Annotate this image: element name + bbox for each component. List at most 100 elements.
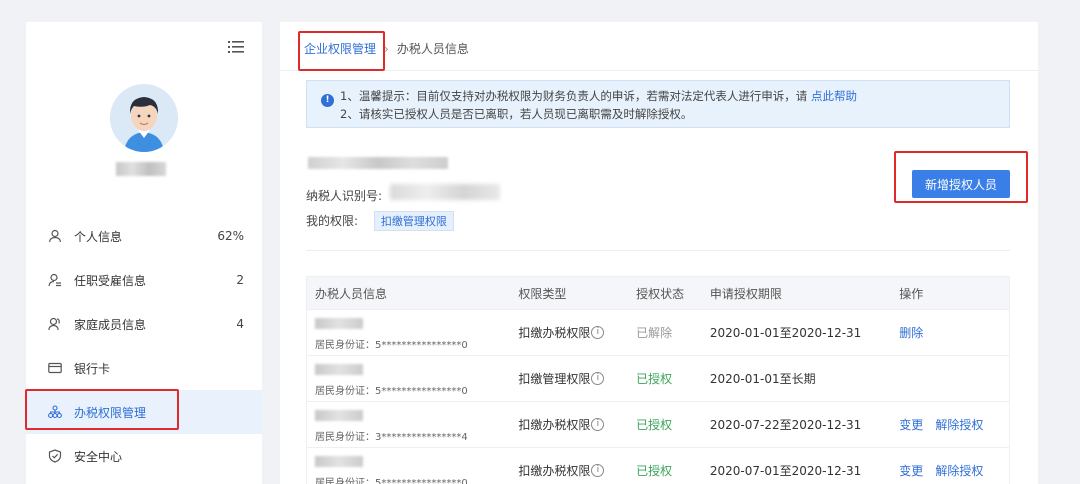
period-cell: 2020-07-22至2020-12-31 [709, 418, 862, 432]
status-badge: 已授权 [636, 418, 673, 432]
sidebar-item-security[interactable]: 安全中心 [26, 434, 262, 478]
staff-name-redacted [315, 456, 363, 467]
item-count: 2 [236, 273, 244, 287]
permission-type-label: 扣缴管理权限 [518, 372, 591, 386]
row-action-0[interactable]: 删除 [899, 326, 923, 340]
staff-id-number: 居民身份证：3****************4 [315, 432, 468, 443]
row-action-1[interactable]: 解除授权 [935, 418, 983, 432]
sidebar-item-label: 安全中心 [74, 449, 123, 464]
sidebar-item-label: 家庭成员信息 [74, 317, 147, 332]
shield-icon [48, 449, 62, 463]
notice-line-2: 2、请核实已授权人员是否已离职，若人员现已离职需及时解除授权。 [340, 107, 693, 121]
permission-type: 扣缴办税权限 i [518, 416, 605, 433]
permission-type: 扣缴办税权限 i [518, 462, 605, 479]
col-header-status: 授权状态 [636, 286, 685, 301]
permission-type-cell: 扣缴办税权限 i [518, 324, 636, 341]
col-header-staff-info: 办税人员信息 [315, 286, 388, 301]
actions-cell: 删除 [899, 324, 1009, 341]
notice-line-1: ! 1、温馨提示：目前仅支持对办税权限为财务负责人的申诉，若需对法定代表人进行申诉… [321, 89, 995, 107]
row-action-1[interactable]: 解除授权 [935, 464, 983, 478]
my-permission-row: 我的权限: 扣缴管理权限 [306, 211, 454, 231]
permission-tag: 扣缴管理权限 [373, 211, 454, 231]
staff-name-redacted [315, 318, 363, 329]
sidebar-nav: 个人信息 62% 任职受雇信息 2 家庭成员信息 4 银行卡 办税权限管理 安全… [26, 214, 262, 478]
section-divider [306, 250, 1010, 251]
staff-info-cell: 居民身份证：3****************4 [307, 402, 518, 447]
breadcrumb: 企业权限管理 › 办税人员信息 [304, 40, 469, 57]
permission-type-label: 扣缴办税权限 [518, 326, 591, 340]
table-row: 居民身份证：5****************0 扣缴办税权限 i 已授权 20… [307, 447, 1009, 484]
sidebar-item-label: 银行卡 [74, 361, 111, 376]
status-badge: 已授权 [636, 372, 673, 386]
breadcrumb-parent[interactable]: 企业权限管理 [304, 40, 376, 57]
company-name-redacted [308, 157, 448, 169]
info-circle-icon[interactable]: i [591, 464, 605, 477]
avatar[interactable] [110, 84, 178, 152]
status-badge: 已授权 [636, 464, 673, 478]
table-row: 居民身份证：5****************0 扣缴办税权限 i 已解除 20… [307, 309, 1009, 355]
user-list-icon [48, 273, 62, 287]
status-badge: 已解除 [636, 326, 673, 340]
completion-count: 62% [217, 229, 244, 243]
staff-info-cell: 居民身份证：5****************0 [307, 356, 518, 401]
taxpayer-id-row: 纳税人识别号: [306, 187, 382, 204]
item-count: 4 [236, 317, 244, 331]
period-cell: 2020-07-01至2020-12-31 [709, 464, 862, 478]
staff-name-redacted [315, 410, 363, 421]
help-link[interactable]: 点此帮助 [811, 89, 857, 103]
period-cell: 2020-01-01至长期 [709, 372, 816, 386]
notice-banner: ! 1、温馨提示：目前仅支持对办税权限为财务负责人的申诉，若需对法定代表人进行申诉… [306, 80, 1010, 128]
username-redacted [116, 162, 166, 176]
table-header: 办税人员信息 权限类型 授权状态 申请授权期限 操作 [307, 277, 1009, 309]
permission-type-cell: 扣缴办税权限 i [518, 416, 636, 433]
card-icon [48, 361, 62, 375]
add-authorized-person-button[interactable]: 新增授权人员 [912, 170, 1010, 198]
breadcrumb-separator-icon: › [384, 41, 389, 56]
sidebar-item-bank-card[interactable]: 银行卡 [26, 346, 262, 390]
notice-text-1: 1、温馨提示：目前仅支持对办税权限为财务负责人的申诉，若需对法定代表人进行申诉，… [340, 89, 808, 103]
sidebar-item-label: 个人信息 [74, 229, 123, 244]
sidebar-item-family[interactable]: 家庭成员信息 4 [26, 302, 262, 346]
staff-id-number: 居民身份证：5****************0 [315, 340, 468, 351]
org-icon [48, 405, 62, 419]
header-divider [280, 70, 1038, 71]
permission-type: 扣缴管理权限 i [518, 370, 605, 387]
col-header-period: 申请授权期限 [709, 286, 782, 301]
staff-info-cell: 居民身份证：5****************0 [307, 310, 518, 355]
permission-type-label: 扣缴办税权限 [518, 418, 591, 432]
sidebar: 个人信息 62% 任职受雇信息 2 家庭成员信息 4 银行卡 办税权限管理 安全… [26, 22, 262, 484]
permission-type-cell: 扣缴办税权限 i [518, 462, 636, 479]
sidebar-item-tax-permission[interactable]: 办税权限管理 [26, 390, 262, 434]
sidebar-item-label: 任职受雇信息 [74, 273, 147, 288]
actions-cell: 变更 解除授权 [899, 462, 1009, 479]
info-circle-icon[interactable]: i [591, 418, 605, 431]
breadcrumb-current: 办税人员信息 [396, 42, 469, 56]
user-icon [48, 229, 62, 243]
period-cell: 2020-01-01至2020-12-31 [709, 326, 862, 340]
sidebar-item-personal-info[interactable]: 个人信息 62% [26, 214, 262, 258]
sidebar-item-label: 办税权限管理 [74, 405, 147, 420]
taxpayer-id-label: 纳税人识别号: [306, 189, 383, 203]
row-action-0[interactable]: 变更 [899, 418, 923, 432]
col-header-actions: 操作 [899, 286, 924, 301]
actions-cell: 变更 解除授权 [899, 416, 1009, 433]
taxpayer-id-redacted [390, 184, 500, 200]
staff-id-number: 居民身份证：5****************0 [315, 478, 468, 484]
permission-type-cell: 扣缴管理权限 i [518, 370, 636, 387]
row-action-0[interactable]: 变更 [899, 464, 923, 478]
staff-info-cell: 居民身份证：5****************0 [307, 448, 518, 484]
info-circle-icon[interactable]: i [591, 326, 605, 339]
permission-type: 扣缴办税权限 i [518, 324, 605, 341]
main-panel: 企业权限管理 › 办税人员信息 ! 1、温馨提示：目前仅支持对办税权限为财务负责人… [280, 22, 1038, 484]
sidebar-item-employment[interactable]: 任职受雇信息 2 [26, 258, 262, 302]
table-row: 居民身份证：3****************4 扣缴办税权限 i 已授权 20… [307, 401, 1009, 447]
staff-id-number: 居民身份证：5****************0 [315, 386, 468, 397]
my-permission-label: 我的权限: [306, 214, 359, 228]
table-row: 居民身份证：5****************0 扣缴管理权限 i 已授权 20… [307, 355, 1009, 401]
menu-icon[interactable] [228, 40, 244, 54]
info-icon: ! [321, 94, 334, 107]
staff-table: 办税人员信息 权限类型 授权状态 申请授权期限 操作 居民身份证：5******… [306, 276, 1010, 484]
info-circle-icon[interactable]: i [591, 372, 605, 385]
col-header-permission-type: 权限类型 [518, 286, 567, 301]
permission-type-label: 扣缴办税权限 [518, 464, 591, 478]
